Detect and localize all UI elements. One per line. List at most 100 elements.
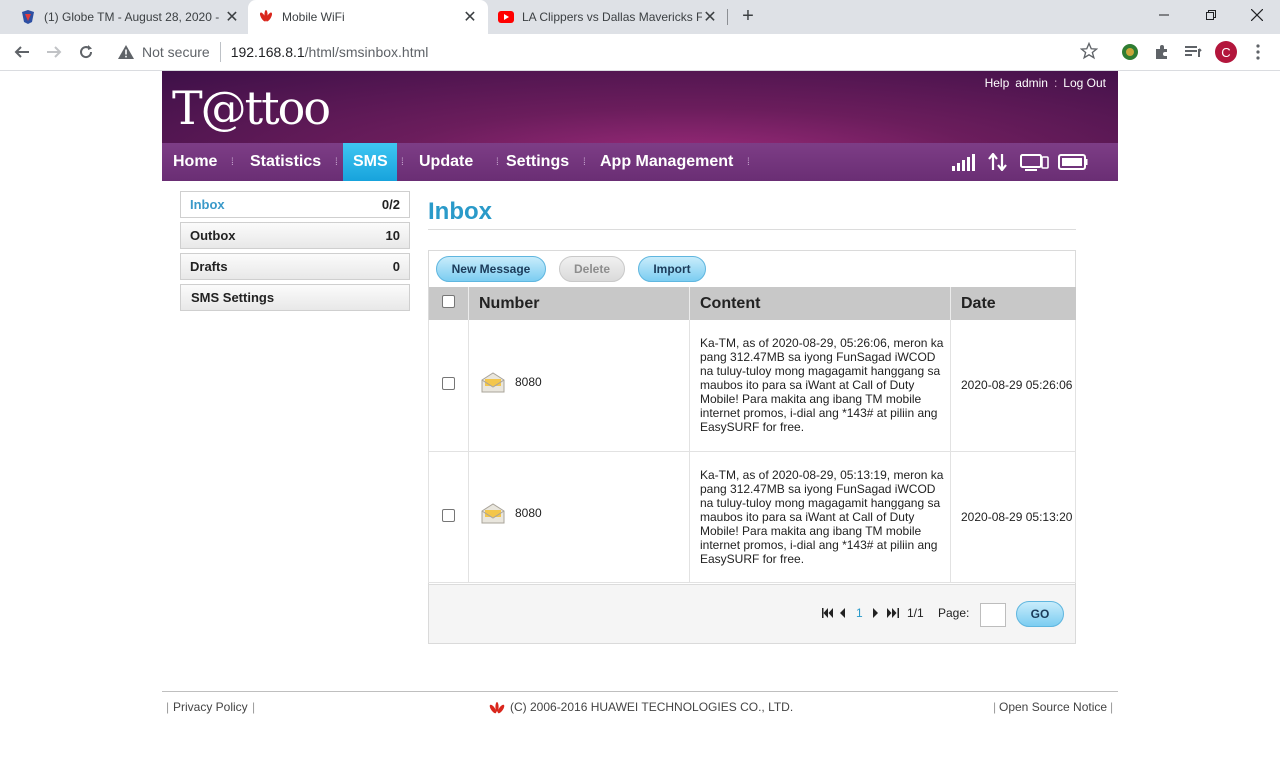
- footer-separator: |: [166, 700, 170, 714]
- open-source-notice-link[interactable]: Open Source Notice: [999, 700, 1107, 714]
- tab-mobile-wifi[interactable]: Mobile WiFi ✕: [248, 0, 488, 34]
- first-page-icon[interactable]: [822, 607, 834, 621]
- page-number-input[interactable]: [980, 603, 1006, 627]
- reading-list-icon[interactable]: [1183, 42, 1203, 62]
- table-header-row: Number Content Date: [428, 287, 1076, 320]
- nav-divider: ⁞: [747, 157, 750, 168]
- back-arrow-icon[interactable]: [10, 40, 34, 64]
- footer-separator: |: [1110, 700, 1114, 714]
- close-tab-icon[interactable]: ✕: [462, 7, 478, 27]
- column-header-content: Content: [689, 287, 951, 320]
- nav-update[interactable]: Update: [409, 143, 483, 181]
- tab-youtube[interactable]: LA Clippers vs Dallas Mavericks F ✕: [490, 0, 726, 34]
- table-row[interactable]: 8080 Ka-TM, as of 2020-08-29, 05:26:06, …: [428, 320, 1076, 452]
- wifi-devices-icon: [1019, 152, 1049, 172]
- row-checkbox[interactable]: [442, 508, 455, 522]
- previous-page-icon[interactable]: [839, 607, 845, 621]
- close-tab-icon[interactable]: ✕: [702, 7, 718, 27]
- nav-divider: ⁞: [335, 157, 338, 168]
- new-message-button[interactable]: New Message: [436, 256, 546, 282]
- nav-sms[interactable]: SMS: [343, 143, 397, 181]
- tab-title: Mobile WiFi: [282, 10, 345, 24]
- top-links: Help admin : Log Out: [985, 76, 1106, 90]
- extension-globe-icon[interactable]: [1120, 42, 1140, 62]
- footer-divider: [162, 691, 1118, 692]
- close-tab-icon[interactable]: ✕: [224, 7, 240, 27]
- browser-menu-icon[interactable]: [1248, 42, 1268, 62]
- nav-settings[interactable]: Settings: [496, 143, 579, 181]
- last-page-icon[interactable]: [887, 607, 899, 621]
- logout-link[interactable]: Log Out: [1063, 76, 1106, 90]
- page-label: Page:: [938, 606, 970, 620]
- profile-avatar[interactable]: C: [1215, 41, 1237, 63]
- nav-divider: ⁞: [583, 157, 586, 168]
- title-divider: [428, 229, 1076, 230]
- tab-title: (1) Globe TM - August 28, 2020 -: [44, 10, 220, 24]
- help-link[interactable]: Help: [985, 76, 1010, 90]
- sender-number: 8080: [515, 506, 542, 520]
- new-tab-icon[interactable]: +: [736, 4, 760, 28]
- nav-divider: ⁞: [401, 157, 404, 168]
- pagination-bar: 1 1/1 Page: GO: [429, 584, 1075, 643]
- privacy-policy-link[interactable]: Privacy Policy: [173, 700, 248, 714]
- url-text: 192.168.8.1/html/smsinbox.html: [231, 44, 429, 60]
- tab-title: LA Clippers vs Dallas Mavericks F: [522, 10, 702, 24]
- row-checkbox[interactable]: [442, 377, 455, 391]
- sidebar-item-label: SMS Settings: [191, 290, 275, 305]
- message-date: 2020-08-29 05:26:06: [950, 320, 1076, 452]
- tab-strip: (1) Globe TM - August 28, 2020 - ✕ Mobil…: [0, 0, 1280, 34]
- import-button[interactable]: Import: [638, 256, 706, 282]
- battery-icon: [1058, 152, 1088, 172]
- tattoo-logo: T@ttoo: [172, 81, 331, 135]
- admin-link[interactable]: admin: [1015, 76, 1048, 90]
- address-bar[interactable]: Not secure 192.168.8.1/html/smsinbox.htm…: [110, 37, 1110, 67]
- tab-globe[interactable]: (1) Globe TM - August 28, 2020 - ✕: [12, 0, 248, 34]
- next-page-icon[interactable]: [873, 607, 879, 621]
- sidebar-item-count: 0: [392, 259, 400, 274]
- tab-separator: [727, 9, 728, 25]
- restore-icon[interactable]: [1188, 0, 1234, 30]
- page-title: Inbox: [428, 198, 492, 225]
- sidebar-item-outbox[interactable]: Outbox 10: [180, 222, 410, 249]
- go-button[interactable]: GO: [1016, 601, 1064, 627]
- number-cell: 8080: [468, 320, 690, 452]
- select-all-cell: [428, 287, 469, 320]
- nav-app-management[interactable]: App Management: [590, 143, 743, 181]
- sidebar-item-count: 10: [385, 228, 400, 243]
- envelope-icon: [481, 502, 505, 527]
- select-all-checkbox[interactable]: [441, 294, 455, 308]
- bookmark-star-icon[interactable]: [1079, 41, 1099, 65]
- youtube-favicon-icon: [498, 9, 514, 25]
- extensions-puzzle-icon[interactable]: [1152, 42, 1172, 62]
- number-cell: 8080: [468, 451, 690, 583]
- delete-button[interactable]: Delete: [559, 256, 625, 282]
- row-checkbox-cell: [428, 320, 469, 452]
- sidebar-item-sms-settings[interactable]: SMS Settings: [180, 284, 410, 311]
- message-table: Number Content Date 8080 Ka-TM, as of 20…: [428, 287, 1076, 583]
- main-nav: Home ⁞ Statistics ⁞ SMS ⁞ Update ⁞ Setti…: [162, 143, 1118, 181]
- envelope-icon: [481, 371, 505, 396]
- sidebar-item-label: Outbox: [190, 228, 236, 243]
- column-header-date: Date: [950, 287, 1076, 320]
- url-path: /html/smsinbox.html: [304, 44, 429, 60]
- globe-favicon-icon: [20, 9, 36, 25]
- close-window-icon[interactable]: [1234, 0, 1280, 30]
- nav-statistics[interactable]: Statistics: [240, 143, 331, 181]
- column-header-number: Number: [468, 287, 690, 320]
- message-content: Ka-TM, as of 2020-08-29, 05:26:06, meron…: [689, 320, 951, 452]
- sidebar-item-drafts[interactable]: Drafts 0: [180, 253, 410, 280]
- sidebar-item-label: Inbox: [190, 197, 225, 212]
- nav-home[interactable]: Home: [163, 143, 227, 181]
- minimize-icon[interactable]: [1141, 0, 1187, 30]
- sidebar-item-inbox[interactable]: Inbox 0/2: [180, 191, 410, 218]
- table-row[interactable]: 8080 Ka-TM, as of 2020-08-29, 05:13:19, …: [428, 451, 1076, 583]
- reload-icon[interactable]: [74, 40, 98, 64]
- forward-arrow-icon[interactable]: [42, 40, 66, 64]
- browser-toolbar: Not secure 192.168.8.1/html/smsinbox.htm…: [0, 34, 1280, 71]
- sidebar-item-count: 0/2: [381, 197, 400, 212]
- security-label: Not secure: [142, 44, 210, 60]
- current-page-number[interactable]: 1: [856, 606, 863, 620]
- url-host: 192.168.8.1: [230, 44, 305, 60]
- footer-separator: |: [252, 700, 256, 714]
- signal-strength-icon: [951, 152, 977, 172]
